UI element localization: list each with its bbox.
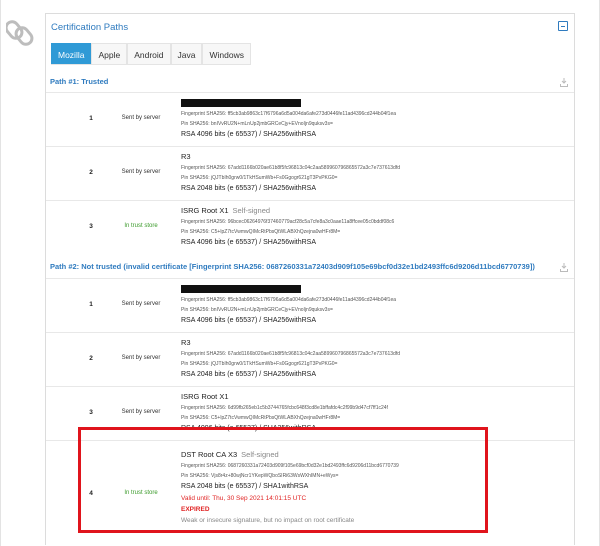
cert-key: RSA 4096 bits (e 65537) / SHA256withRSA	[181, 131, 317, 138]
path-1-cert-row: 1 Sent by server Fingerprint SHA256: ff5…	[46, 92, 574, 146]
cert-fingerprint: Fingerprint SHA256: 96bcec06264976f37460…	[181, 219, 395, 225]
path-2-header: Path #2: Not trusted (invalid certificat…	[46, 262, 574, 276]
download-icon[interactable]	[560, 78, 568, 87]
cert-key: RSA 4096 bits (e 65537) / SHA256withRSA	[181, 317, 317, 324]
cert-details: R3 Fingerprint SHA256: 67add1166b020ae61…	[181, 151, 571, 195]
cert-key: RSA 2048 bits (e 65537) / SHA256withRSA	[181, 371, 317, 378]
tab-android[interactable]: Android	[127, 43, 171, 64]
cert-details: ISRG Root X1 Self-signed Fingerprint SHA2…	[181, 205, 571, 249]
path-2-cert-row: 1 Sent by server Fingerprint SHA256: ff5…	[46, 278, 574, 332]
cert-key: RSA 2048 bits (e 65537) / SHA256withRSA	[181, 185, 317, 192]
cert-source: Sent by server	[121, 301, 161, 307]
path-2-cert-row: 2 Sent by server R3 Fingerprint SHA256: …	[46, 332, 574, 386]
panel-header: Certification Paths	[46, 14, 574, 38]
cert-key: RSA 4096 bits (e 65537) / SHA256withRSA	[181, 239, 317, 246]
path-1-cert-row: 3 In trust store ISRG Root X1 Self-signed…	[46, 200, 574, 258]
cert-fingerprint: Fingerprint SHA256: 67add1166b020ae61b8f…	[181, 165, 400, 171]
redaction-bar	[181, 99, 301, 108]
cert-pin: Pin SHA256: bnIVvRU2N+mLnUp2jmbGRCeCjy+E…	[181, 121, 333, 127]
section-title: Certification Paths	[51, 22, 129, 33]
cert-details: Fingerprint SHA256: ff5cb3ab9863c17f6796…	[181, 97, 571, 141]
tab-java[interactable]: Java	[170, 43, 203, 64]
download-icon[interactable]	[560, 263, 568, 272]
cert-source: Sent by server	[121, 115, 161, 121]
cert-fingerprint: Fingerprint SHA256: ff5cb3ab9863c17f6796…	[181, 297, 397, 303]
cert-pin: Pin SHA256: C5+lpZ7tcVwmwQIMcRtPbsQtWLAB…	[181, 229, 341, 235]
collapse-button[interactable]	[558, 21, 568, 31]
cert-pin: Pin SHA256: bnIVvRU2N+mLnUp2jmbGRCeCjy+E…	[181, 307, 333, 313]
cert-source: Sent by server	[121, 409, 161, 415]
cert-fingerprint: Fingerprint SHA256: 67add1166b020ae61b8f…	[181, 351, 400, 357]
cert-fingerprint: Fingerprint SHA256: ff5cb3ab9863c17f6796…	[181, 111, 397, 117]
cert-details: Fingerprint SHA256: ff5cb3ab9863c17f6796…	[181, 283, 571, 327]
tab-apple[interactable]: Apple	[91, 43, 128, 64]
cert-name: R3	[181, 338, 191, 347]
path-1-cert-row: 2 Sent by server R3 Fingerprint SHA256: …	[46, 146, 574, 200]
self-signed-label: Self-signed	[232, 206, 271, 215]
cert-source: In trust store	[124, 223, 158, 229]
path-2-title: Path #2: Not trusted (invalid certificat…	[50, 262, 535, 271]
tab-windows[interactable]: Windows	[202, 43, 251, 64]
cert-name: R3	[181, 152, 191, 161]
chain-link-icon	[6, 20, 34, 46]
cert-pin: Pin SHA256: jQJTbIh0grw0/1TkHSumWb+Fs0Gg…	[181, 175, 338, 181]
cert-pin: Pin SHA256: jQJTbIh0grw0/1TkHSumWb+Fs0Gg…	[181, 361, 338, 367]
cert-details: R3 Fingerprint SHA256: 67add1166b020ae61…	[181, 337, 571, 381]
cert-name: ISRG Root X1	[181, 392, 229, 401]
cert-source: Sent by server	[121, 355, 161, 361]
platform-tabs: Mozilla Apple Android Java Windows	[51, 43, 251, 65]
path-1-title: Path #1: Trusted	[50, 77, 109, 86]
redaction-bar	[181, 285, 301, 294]
path-1-header: Path #1: Trusted	[46, 77, 574, 91]
cert-name-redacted	[181, 97, 571, 109]
cert-name-redacted	[181, 283, 571, 295]
expired-cert-highlight	[78, 427, 488, 533]
cert-source: Sent by server	[121, 169, 161, 175]
cert-fingerprint: Fingerprint SHA256: 6d99fb265eb1c5b37447…	[181, 405, 388, 411]
cert-name-line: ISRG Root X1 Self-signed	[181, 205, 571, 217]
cert-pin: Pin SHA256: C5+lpZ7tcVwmwQIMcRtPbsQtWLAB…	[181, 415, 341, 421]
tab-mozilla[interactable]: Mozilla	[51, 43, 92, 64]
cert-name: ISRG Root X1	[181, 206, 229, 215]
